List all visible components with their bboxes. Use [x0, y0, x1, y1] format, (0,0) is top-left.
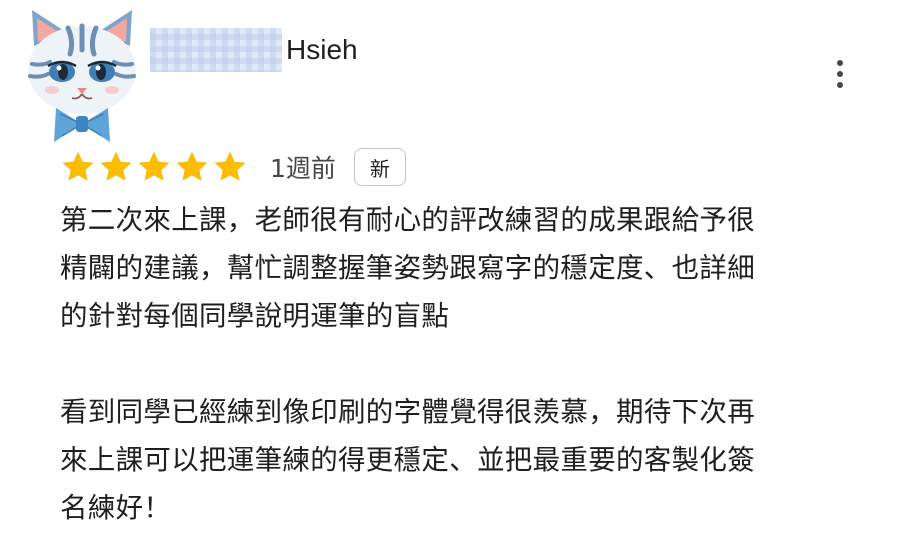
review-card: Hsieh 1週前 新 第二次來上課，老師很有耐心的評改練習的成果跟給予很 精闢… — [0, 0, 900, 552]
new-badge: 新 — [353, 148, 406, 186]
star-icon — [176, 151, 208, 181]
star-rating — [60, 149, 248, 185]
review-time: 1週前 — [270, 154, 336, 183]
star-icon — [62, 151, 94, 181]
star-icon — [138, 151, 170, 181]
cat-avatar-icon[interactable] — [22, 8, 142, 148]
review-paragraph-2: 看到同學已經練到像印刷的字體覺得很羨慕，期待下次再 來上課可以把運筆練的得更穩定… — [60, 396, 755, 524]
review-paragraph-1: 第二次來上課，老師很有耐心的評改練習的成果跟給予很 精闢的建議，幫忙調整握筆姿勢… — [60, 204, 755, 332]
blurred-name-mask — [150, 28, 282, 72]
reviewer-name[interactable]: Hsieh — [286, 28, 358, 72]
review-body: 第二次來上課，老師很有耐心的評改練習的成果跟給予很 精闢的建議，幫忙調整握筆姿勢… — [60, 196, 880, 532]
reviewer-name-row[interactable]: Hsieh — [150, 28, 358, 72]
star-icon — [214, 151, 246, 181]
more-vert-icon-dot — [837, 71, 843, 77]
rating-row: 1週前 新 — [60, 146, 406, 188]
star-icon — [100, 151, 132, 181]
more-vert-icon — [837, 60, 843, 66]
more-options-button[interactable] — [826, 56, 854, 92]
more-vert-icon-dot — [837, 82, 843, 88]
